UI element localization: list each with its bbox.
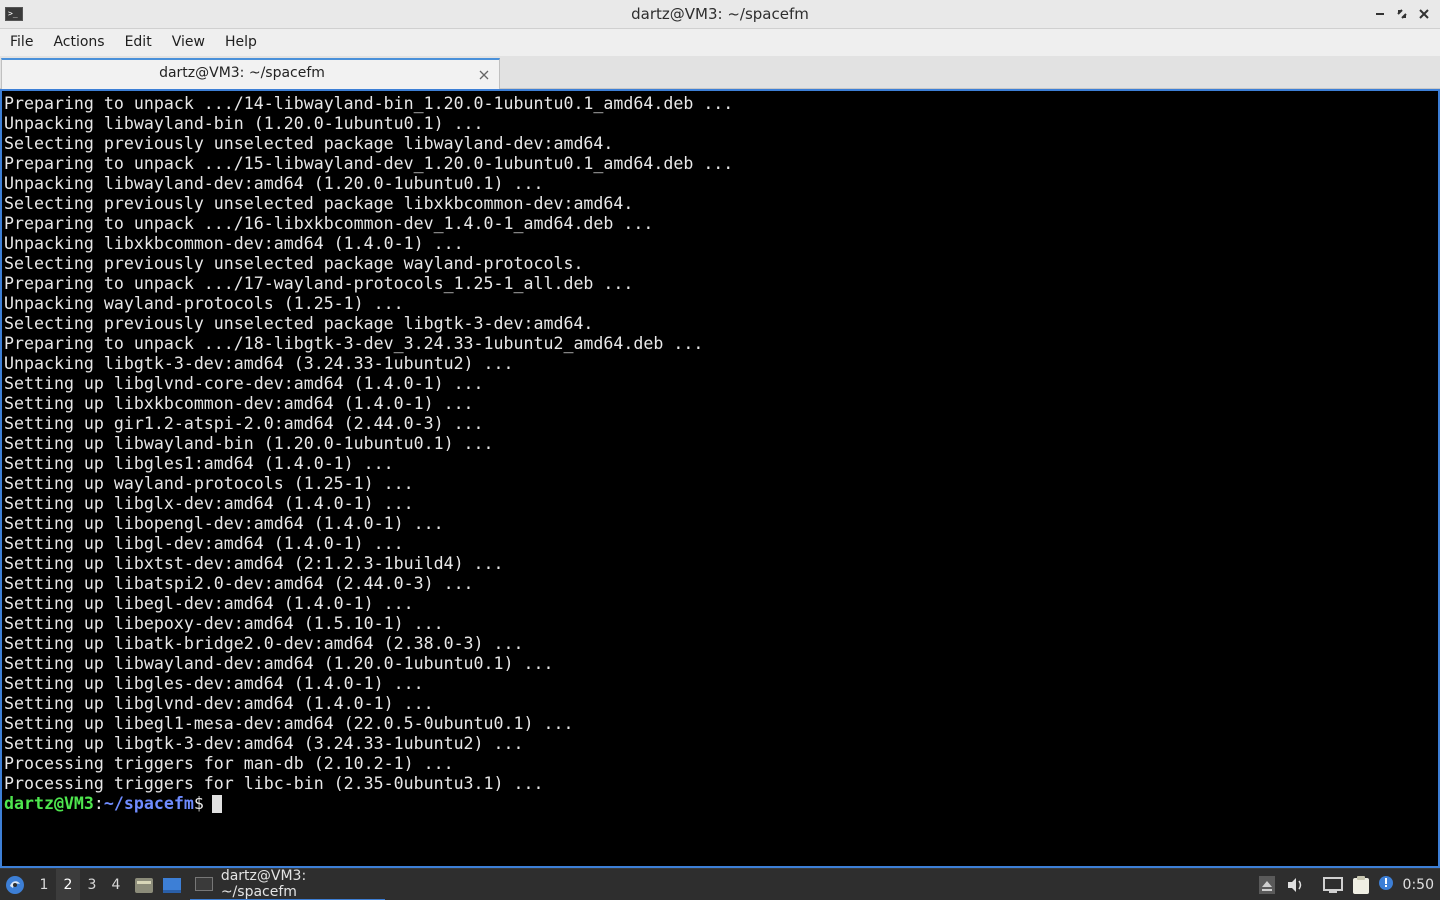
window-controls bbox=[1370, 4, 1434, 26]
terminal-line: Selecting previously unselected package … bbox=[4, 134, 614, 153]
desktop-4[interactable]: 4 bbox=[104, 869, 128, 900]
window-titlebar[interactable]: >_ dartz@VM3: ~/spacefm bbox=[0, 0, 1440, 29]
text-cursor bbox=[211, 795, 222, 813]
lxqt-start-icon[interactable] bbox=[4, 874, 26, 896]
taskbar-task-terminal[interactable]: dartz@VM3: ~/spacefm bbox=[190, 868, 385, 900]
prompt-user-host: dartz@VM3 bbox=[4, 794, 94, 813]
prompt-path: ~/spacefm bbox=[103, 794, 194, 813]
terminal-line: Setting up libgtk-3-dev:amd64 (3.24.33-1… bbox=[4, 734, 524, 753]
terminal-line: Preparing to unpack .../15-libwayland-de… bbox=[4, 154, 734, 173]
terminal-line: Preparing to unpack .../18-libgtk-3-dev_… bbox=[4, 334, 704, 353]
clock[interactable]: 0:50 bbox=[1403, 869, 1434, 900]
tab-label: dartz@VM3: ~/spacefm bbox=[159, 65, 325, 81]
desktop-3[interactable]: 3 bbox=[80, 869, 104, 900]
notification-icon[interactable] bbox=[1378, 875, 1394, 895]
terminal-line: Setting up libgl-dev:amd64 (1.4.0-1) ... bbox=[4, 534, 404, 553]
terminal-line: Processing triggers for man-db (2.10.2-1… bbox=[4, 754, 454, 773]
close-icon[interactable] bbox=[1414, 4, 1434, 24]
terminal-line: Setting up libglx-dev:amd64 (1.4.0-1) ..… bbox=[4, 494, 414, 513]
terminal-line: Unpacking libgtk-3-dev:amd64 (3.24.33-1u… bbox=[4, 354, 514, 373]
tab-bar: dartz@VM3: ~/spacefm bbox=[0, 56, 1440, 89]
terminal-line: Unpacking wayland-protocols (1.25-1) ... bbox=[4, 294, 404, 313]
terminal-line: Setting up libgles1:amd64 (1.4.0-1) ... bbox=[4, 454, 394, 473]
show-desktop-icon[interactable] bbox=[162, 876, 182, 894]
terminal-line: Selecting previously unselected package … bbox=[4, 254, 584, 273]
prompt-separator: : bbox=[93, 794, 104, 813]
desktop-switcher: 1 2 3 4 bbox=[32, 869, 128, 900]
desktop-1[interactable]: 1 bbox=[32, 869, 56, 900]
menu-file[interactable]: File bbox=[0, 29, 43, 56]
terminal-line: Setting up gir1.2-atspi-2.0:amd64 (2.44.… bbox=[4, 414, 484, 433]
menu-edit[interactable]: Edit bbox=[115, 29, 162, 56]
terminal-line: Unpacking libxkbcommon-dev:amd64 (1.4.0-… bbox=[4, 234, 464, 253]
clipboard-icon[interactable] bbox=[1350, 875, 1372, 895]
terminal-line: Setting up wayland-protocols (1.25-1) ..… bbox=[4, 474, 414, 493]
menu-view[interactable]: View bbox=[162, 29, 215, 56]
desktop-2[interactable]: 2 bbox=[56, 869, 80, 900]
terminal-line: Setting up libegl-dev:amd64 (1.4.0-1) ..… bbox=[4, 594, 414, 613]
file-manager-icon[interactable] bbox=[134, 876, 154, 894]
terminal-line: Setting up libatspi2.0-dev:amd64 (2.44.0… bbox=[4, 574, 474, 593]
terminal-line: Setting up libglvnd-core-dev:amd64 (1.4.… bbox=[4, 374, 484, 393]
terminal-line: Setting up libegl1-mesa-dev:amd64 (22.0.… bbox=[4, 714, 574, 733]
prompt-symbol: $ bbox=[193, 794, 204, 813]
window-title: dartz@VM3: ~/spacefm bbox=[631, 5, 809, 23]
terminal-line: Setting up libwayland-dev:amd64 (1.20.0-… bbox=[4, 654, 554, 673]
terminal-line: Setting up libwayland-bin (1.20.0-1ubunt… bbox=[4, 434, 494, 453]
menu-help[interactable]: Help bbox=[215, 29, 267, 56]
terminal-line: Setting up libopengl-dev:amd64 (1.4.0-1)… bbox=[4, 514, 444, 533]
terminal-line: Selecting previously unselected package … bbox=[4, 194, 634, 213]
terminal-prompt: dartz@VM3: ~/spacefm $ bbox=[4, 794, 1434, 814]
terminal-output: Preparing to unpack .../14-libwayland-bi… bbox=[4, 94, 1434, 814]
terminal-line: Setting up libepoxy-dev:amd64 (1.5.10-1)… bbox=[4, 614, 444, 633]
terminal-line: Selecting previously unselected package … bbox=[4, 314, 594, 333]
terminal-line: Preparing to unpack .../16-libxkbcommon-… bbox=[4, 214, 654, 233]
terminal-line: Unpacking libwayland-dev:amd64 (1.20.0-1… bbox=[4, 174, 544, 193]
volume-icon[interactable] bbox=[1286, 875, 1306, 895]
terminal-line: Preparing to unpack .../17-wayland-proto… bbox=[4, 274, 634, 293]
terminal-line: Processing triggers for libc-bin (2.35-0… bbox=[4, 774, 544, 793]
terminal-icon bbox=[195, 877, 213, 891]
network-icon[interactable] bbox=[1322, 875, 1344, 895]
taskbar: 1 2 3 4 dartz@VM3: ~/spacefm 0:50 bbox=[0, 868, 1440, 900]
terminal-line: Setting up libgles-dev:amd64 (1.4.0-1) .… bbox=[4, 674, 424, 693]
menubar: File Actions Edit View Help bbox=[0, 29, 1440, 56]
terminal-line: Setting up libglvnd-dev:amd64 (1.4.0-1) … bbox=[4, 694, 434, 713]
menu-actions[interactable]: Actions bbox=[43, 29, 114, 56]
terminal-line: Setting up libatk-bridge2.0-dev:amd64 (2… bbox=[4, 634, 524, 653]
terminal-line: Unpacking libwayland-bin (1.20.0-1ubuntu… bbox=[4, 114, 484, 133]
tab-terminal[interactable]: dartz@VM3: ~/spacefm bbox=[1, 58, 500, 89]
restore-icon[interactable] bbox=[1392, 4, 1412, 24]
eject-icon[interactable] bbox=[1258, 875, 1276, 895]
task-label: dartz@VM3: ~/spacefm bbox=[220, 868, 307, 900]
tab-close-icon[interactable] bbox=[477, 67, 491, 81]
terminal-view[interactable]: Preparing to unpack .../14-libwayland-bi… bbox=[0, 89, 1440, 868]
terminal-line: Setting up libxtst-dev:amd64 (2:1.2.3-1b… bbox=[4, 554, 504, 573]
terminal-line: Preparing to unpack .../14-libwayland-bi… bbox=[4, 94, 734, 113]
terminal-line: Setting up libxkbcommon-dev:amd64 (1.4.0… bbox=[4, 394, 474, 413]
minimize-icon[interactable] bbox=[1370, 4, 1390, 24]
